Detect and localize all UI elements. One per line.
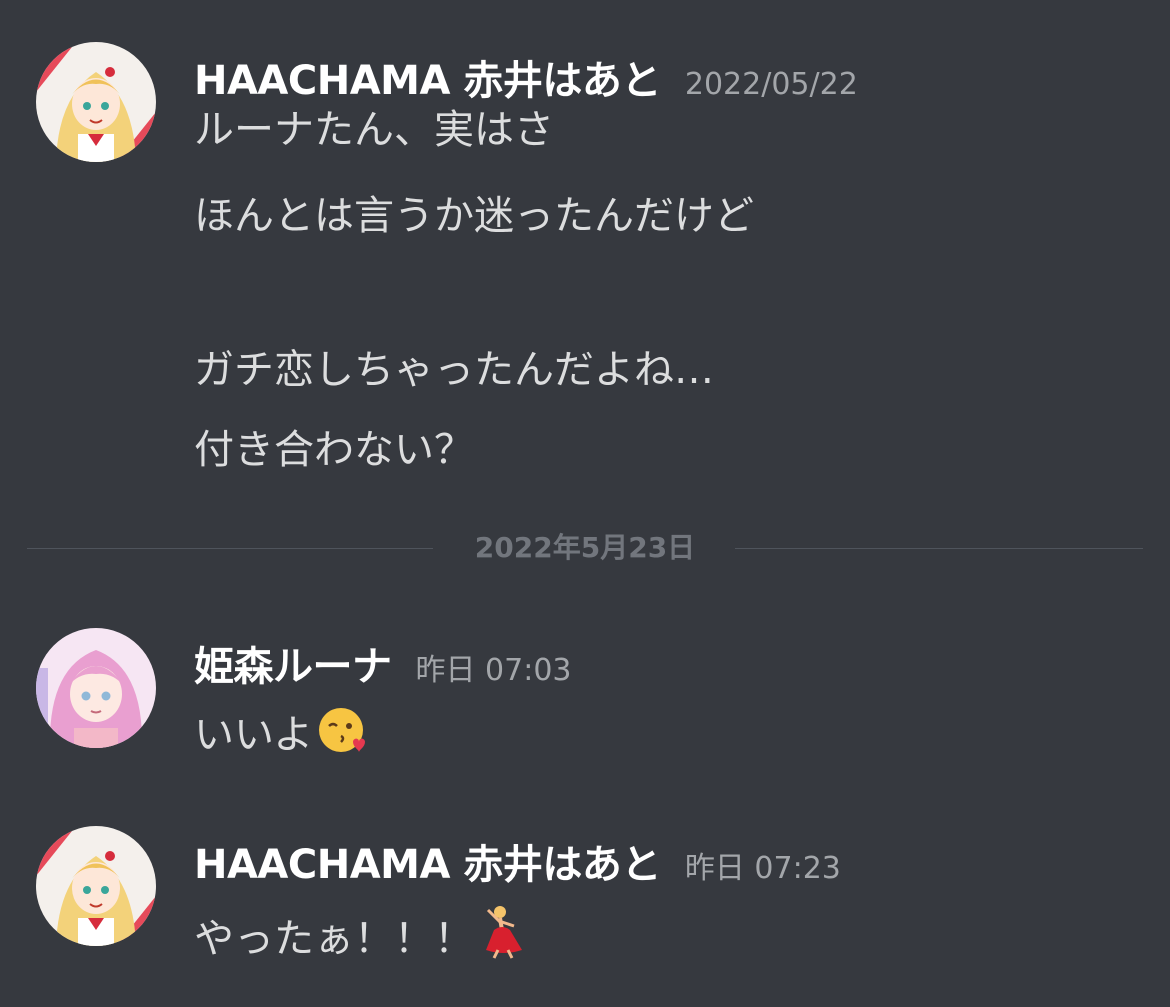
author-name[interactable]: 姫森ルーナ [194, 644, 392, 690]
haachama-avatar[interactable] [36, 826, 156, 946]
timestamp[interactable]: 2022/05/22 [685, 67, 858, 102]
author-name[interactable]: HAACHAMA 赤井はあと [194, 842, 661, 888]
haachama-avatar[interactable] [36, 42, 156, 162]
message-header: HAACHAMA 赤井はあと 昨日 07:23 [194, 832, 841, 890]
message-text-row: やったぁ！！！ [194, 904, 528, 971]
date-divider: 2022年5月23日 [27, 531, 1143, 564]
message-text: ガチ恋しちゃったんだよね… [194, 347, 714, 393]
chat-view: HAACHAMA 赤井はあと 2022/05/22 ルーナたん、実はさ ほんとは言… [0, 0, 1170, 1007]
timestamp[interactable]: 昨日 07:03 [416, 653, 572, 688]
message-header: 姫森ルーナ 昨日 07:03 [194, 634, 572, 692]
luna-avatar[interactable] [36, 628, 156, 748]
message-header: HAACHAMA 赤井はあと 2022/05/22 [194, 48, 858, 106]
message-text: いいよ [194, 712, 314, 758]
face-blowing-kiss-emoji [317, 706, 367, 767]
message-text-row: いいよ [194, 706, 367, 767]
timestamp[interactable]: 昨日 07:23 [685, 851, 841, 886]
author-name[interactable]: HAACHAMA 赤井はあと [194, 58, 661, 104]
message-text: 付き合わない？ [194, 427, 474, 473]
message-text: ほんとは言うか迷ったんだけど [194, 193, 754, 239]
woman-dancing-emoji [478, 904, 528, 971]
message-text: やったぁ！！！ [194, 916, 474, 962]
message-text: ルーナたん、実はさ [194, 107, 554, 153]
divider-line-right [735, 548, 1143, 549]
